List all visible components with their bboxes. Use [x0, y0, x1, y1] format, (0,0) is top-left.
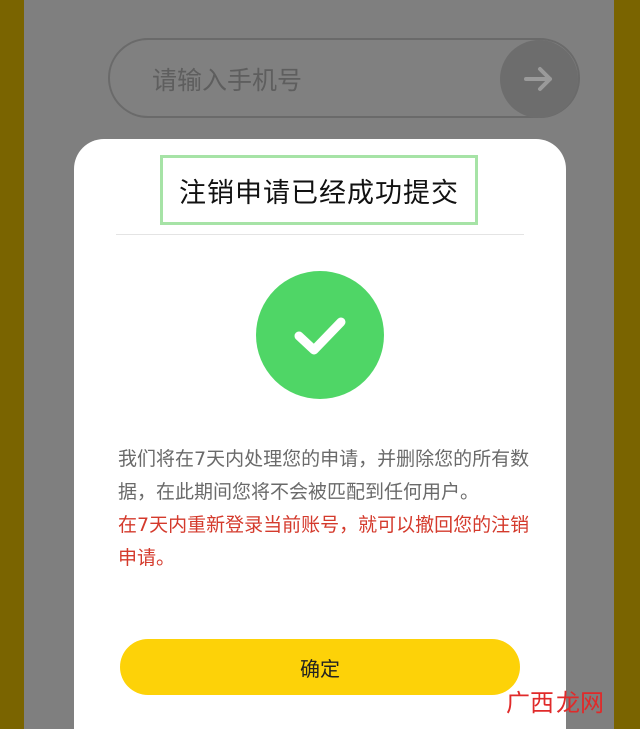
phone-input-field[interactable]	[108, 38, 580, 118]
confirm-button[interactable]: 确定	[120, 639, 520, 695]
submit-button[interactable]	[500, 40, 578, 118]
message-normal: 我们将在7天内处理您的申请，并删除您的所有数据，在此期间您将不会被匹配到任何用户…	[118, 448, 530, 503]
message-highlight: 在7天内重新登录当前账号，就可以撤回您的注销申请。	[118, 514, 530, 569]
divider	[116, 234, 524, 235]
phone-input[interactable]	[150, 60, 494, 100]
arrow-right-icon	[524, 67, 552, 91]
watermark-text-2: 龙网	[556, 688, 604, 717]
cancellation-dialog: 注销申请已经成功提交 我们将在7天内处理您的申请，并删除您的所有数据，在此期间您…	[74, 139, 566, 729]
success-badge	[256, 271, 384, 399]
dialog-message: 我们将在7天内处理您的申请，并删除您的所有数据，在此期间您将不会被匹配到任何用户…	[118, 443, 538, 575]
watermark-text-1: 广西	[506, 688, 554, 717]
checkmark-icon	[294, 317, 346, 355]
dialog-title-frame: 注销申请已经成功提交	[160, 155, 478, 225]
watermark-logo: 广西 龙网	[506, 680, 604, 720]
dialog-title: 注销申请已经成功提交	[179, 177, 459, 209]
